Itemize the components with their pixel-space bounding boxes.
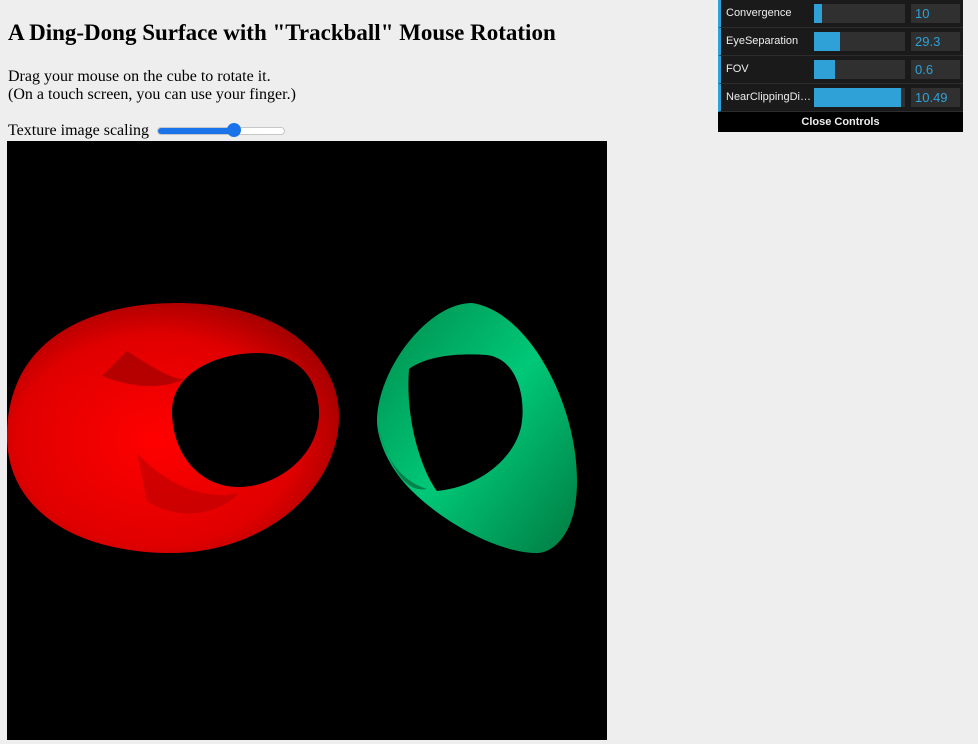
- texture-scaling-row: Texture image scaling: [8, 122, 286, 140]
- render-canvas[interactable]: [7, 141, 607, 740]
- red-dingdong-surface: [7, 303, 339, 553]
- slider-fill: [158, 128, 234, 134]
- control-convergence[interactable]: Convergence 10: [718, 0, 963, 28]
- green-dingdong-surface: [377, 303, 577, 553]
- page-title: A Ding-Dong Surface with "Trackball" Mou…: [8, 20, 556, 45]
- instruction-line-2: (On a touch screen, you can use your fin…: [8, 86, 296, 103]
- instructions: Drag your mouse on the cube to rotate it…: [8, 68, 296, 104]
- control-label: FOV: [726, 63, 749, 75]
- close-controls-button[interactable]: Close Controls: [718, 112, 963, 132]
- control-slider[interactable]: [814, 32, 905, 51]
- control-eyeseparation[interactable]: EyeSeparation 29.3: [718, 28, 963, 56]
- texture-scaling-label: Texture image scaling: [8, 122, 150, 139]
- scene-svg: [7, 303, 577, 553]
- control-value-input[interactable]: 0.6: [911, 60, 960, 79]
- controls-panel: Convergence 10 EyeSeparation 29.3 FOV 0.…: [718, 0, 963, 132]
- slider-fill: [814, 4, 823, 23]
- control-value-input[interactable]: 10: [911, 4, 960, 23]
- instruction-line-1: Drag your mouse on the cube to rotate it…: [8, 68, 271, 85]
- control-label: NearClippingDis...: [726, 91, 814, 103]
- slider-fill: [814, 60, 835, 79]
- slider-fill: [814, 88, 902, 107]
- control-value-input[interactable]: 10.49: [911, 88, 960, 107]
- slider-thumb[interactable]: [226, 123, 241, 137]
- control-slider[interactable]: [814, 60, 905, 79]
- control-nearclippingdistance[interactable]: NearClippingDis... 10.49: [718, 84, 963, 112]
- control-slider[interactable]: [814, 4, 905, 23]
- control-label: EyeSeparation: [726, 35, 799, 47]
- control-slider[interactable]: [814, 88, 905, 107]
- control-value-input[interactable]: 29.3: [911, 32, 960, 51]
- control-fov[interactable]: FOV 0.6: [718, 56, 963, 84]
- texture-scaling-slider[interactable]: [157, 123, 286, 137]
- slider-fill: [814, 32, 841, 51]
- control-label: Convergence: [726, 7, 792, 19]
